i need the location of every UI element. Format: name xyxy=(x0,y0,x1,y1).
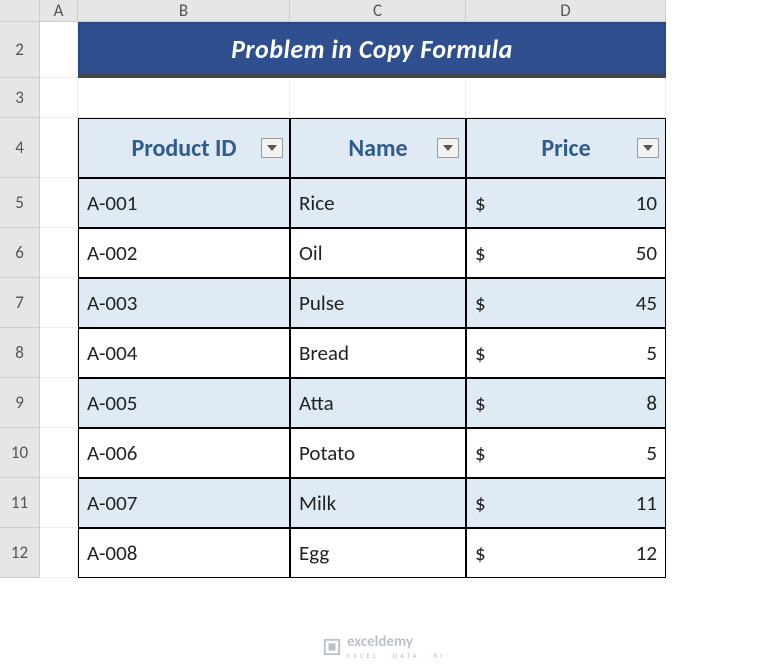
currency-symbol: $ xyxy=(475,290,486,316)
watermark-sub: EXCEL · DATA · BI xyxy=(347,651,445,660)
filter-button[interactable] xyxy=(437,138,459,158)
row-header-4[interactable]: 4 xyxy=(0,118,40,178)
cell-product-id[interactable]: A-008 xyxy=(78,528,290,578)
currency-symbol: $ xyxy=(475,340,486,366)
chevron-down-icon xyxy=(443,145,453,151)
cell-product-id[interactable]: A-006 xyxy=(78,428,290,478)
price-value: 12 xyxy=(636,540,657,566)
watermark-name: exceldemy xyxy=(347,633,413,651)
currency-symbol: $ xyxy=(475,540,486,566)
cell-name[interactable]: Milk xyxy=(290,478,466,528)
price-value: 45 xyxy=(636,290,657,316)
table-header-product-id[interactable]: Product ID xyxy=(78,118,290,178)
chevron-down-icon xyxy=(643,145,653,151)
row-header-2[interactable]: 2 xyxy=(0,22,40,78)
price-value: 5 xyxy=(646,340,657,366)
cell-a3[interactable] xyxy=(40,78,78,118)
currency-symbol: $ xyxy=(475,490,486,516)
header-label: Product ID xyxy=(132,134,237,163)
row-header-10[interactable]: 10 xyxy=(0,428,40,478)
cell-price[interactable]: $5 xyxy=(466,328,666,378)
cell-a6[interactable] xyxy=(40,228,78,278)
price-value: 11 xyxy=(636,490,657,516)
chevron-down-icon xyxy=(267,145,277,151)
price-value: 8 xyxy=(646,390,657,416)
col-header-d[interactable]: D xyxy=(466,0,666,22)
cell-name[interactable]: Pulse xyxy=(290,278,466,328)
cell-name[interactable]: Egg xyxy=(290,528,466,578)
header-label: Price xyxy=(541,134,590,163)
cell-price[interactable]: $45 xyxy=(466,278,666,328)
spreadsheet-grid: A B C D 2 Problem in Copy Formula 3 4 Pr… xyxy=(0,0,768,578)
cell-product-id[interactable]: A-004 xyxy=(78,328,290,378)
cell-a11[interactable] xyxy=(40,478,78,528)
row-header-8[interactable]: 8 xyxy=(0,328,40,378)
cell-name[interactable]: Oil xyxy=(290,228,466,278)
cell-price[interactable]: $11 xyxy=(466,478,666,528)
col-header-c[interactable]: C xyxy=(290,0,466,22)
watermark: exceldemy EXCEL · DATA · BI xyxy=(323,633,445,660)
table-header-price[interactable]: Price xyxy=(466,118,666,178)
row-header-11[interactable]: 11 xyxy=(0,478,40,528)
row-header-5[interactable]: 5 xyxy=(0,178,40,228)
cell-product-id[interactable]: A-007 xyxy=(78,478,290,528)
cell-d3[interactable] xyxy=(466,78,666,118)
col-header-a[interactable]: A xyxy=(40,0,78,22)
cell-a12[interactable] xyxy=(40,528,78,578)
cell-a9[interactable] xyxy=(40,378,78,428)
cell-a5[interactable] xyxy=(40,178,78,228)
cell-a4[interactable] xyxy=(40,118,78,178)
cell-price[interactable]: $10 xyxy=(466,178,666,228)
table-header-name[interactable]: Name xyxy=(290,118,466,178)
row-header-7[interactable]: 7 xyxy=(0,278,40,328)
cell-product-id[interactable]: A-005 xyxy=(78,378,290,428)
row-header-12[interactable]: 12 xyxy=(0,528,40,578)
price-value: 50 xyxy=(636,240,657,266)
cell-a2[interactable] xyxy=(40,22,78,78)
currency-symbol: $ xyxy=(475,440,486,466)
cell-a8[interactable] xyxy=(40,328,78,378)
col-header-b[interactable]: B xyxy=(78,0,290,22)
cell-name[interactable]: Atta xyxy=(290,378,466,428)
cell-product-id[interactable]: A-001 xyxy=(78,178,290,228)
row-header-9[interactable]: 9 xyxy=(0,378,40,428)
row-header-3[interactable]: 3 xyxy=(0,78,40,118)
currency-symbol: $ xyxy=(475,190,486,216)
price-value: 5 xyxy=(646,440,657,466)
cell-name[interactable]: Rice xyxy=(290,178,466,228)
currency-symbol: $ xyxy=(475,390,486,416)
cell-price[interactable]: $50 xyxy=(466,228,666,278)
filter-button[interactable] xyxy=(261,138,283,158)
cell-product-id[interactable]: A-003 xyxy=(78,278,290,328)
price-value: 10 xyxy=(636,190,657,216)
select-all-corner[interactable] xyxy=(0,0,40,22)
cell-price[interactable]: $5 xyxy=(466,428,666,478)
header-label: Name xyxy=(348,134,407,163)
cell-name[interactable]: Potato xyxy=(290,428,466,478)
filter-button[interactable] xyxy=(637,138,659,158)
cell-a7[interactable] xyxy=(40,278,78,328)
cell-price[interactable]: $12 xyxy=(466,528,666,578)
cell-product-id[interactable]: A-002 xyxy=(78,228,290,278)
cell-name[interactable]: Bread xyxy=(290,328,466,378)
cell-b3[interactable] xyxy=(78,78,290,118)
cell-a10[interactable] xyxy=(40,428,78,478)
page-title[interactable]: Problem in Copy Formula xyxy=(78,22,666,78)
logo-icon xyxy=(323,638,341,656)
currency-symbol: $ xyxy=(475,240,486,266)
row-header-6[interactable]: 6 xyxy=(0,228,40,278)
cell-price[interactable]: $8 xyxy=(466,378,666,428)
cell-c3[interactable] xyxy=(290,78,466,118)
